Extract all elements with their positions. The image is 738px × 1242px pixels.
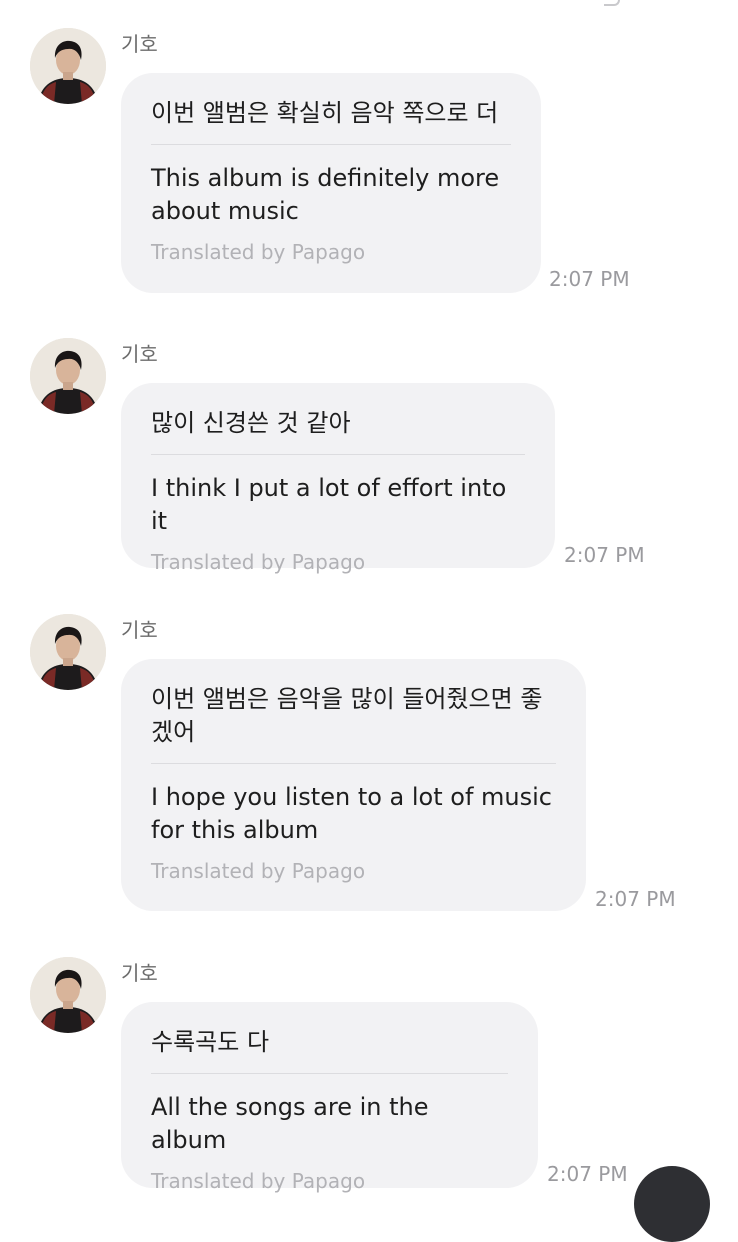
sender-name: 기호 [121,32,158,56]
translation-credit: Translated by Papago [151,550,366,574]
avatar-photo-icon [30,614,106,690]
avatar-photo-icon [30,338,106,414]
scroll-edge-mark [604,0,620,6]
sender-name: 기호 [121,342,158,366]
avatar[interactable] [30,614,106,690]
chat-thread: 기호 이번 앨범은 확실히 음악 쪽으로 더 This album is def… [0,0,738,1242]
message-bubble[interactable]: 수록곡도 다 All the songs are in the album Tr… [121,1002,538,1193]
divider [151,144,511,145]
message-timestamp: 2:07 PM [564,543,645,567]
translation-credit: Translated by Papago [151,1169,366,1193]
sender-name: 기호 [121,961,158,985]
original-text: 많이 신경쓴 것 같아 [151,409,351,437]
message-bubble[interactable]: 이번 앨범은 확실히 음악 쪽으로 더 This album is defini… [121,73,541,293]
message-timestamp: 2:07 PM [549,267,630,291]
translated-text: I hope you listen to a lot of music for … [151,783,552,844]
avatar[interactable] [30,338,106,414]
avatar-photo-icon [30,28,106,104]
divider [151,454,525,455]
sender-name: 기호 [121,618,158,642]
translation-credit: Translated by Papago [151,240,366,264]
translated-text: I think I put a lot of effort into it [151,474,507,535]
avatar[interactable] [30,957,106,1033]
avatar[interactable] [30,28,106,104]
divider [151,763,556,764]
message-timestamp: 2:07 PM [547,1162,628,1186]
original-text: 수록곡도 다 [151,1028,270,1056]
message-bubble[interactable]: 이번 앨범은 음악을 많이 들어줬으면 좋 겠어 I hope you list… [121,659,586,911]
translated-text: All the songs are in the album [151,1093,429,1154]
divider [151,1073,508,1074]
avatar-photo-icon [30,957,106,1033]
translated-text: This album is definitely more about musi… [151,164,500,225]
message-timestamp: 2:07 PM [595,887,676,911]
original-text: 이번 앨범은 음악을 많이 들어줬으면 좋 겠어 [151,685,543,746]
message-bubble[interactable]: 많이 신경쓴 것 같아 I think I put a lot of effor… [121,383,555,574]
floating-action-button[interactable] [634,1166,710,1242]
original-text: 이번 앨범은 확실히 음악 쪽으로 더 [151,99,499,127]
translation-credit: Translated by Papago [151,859,366,883]
